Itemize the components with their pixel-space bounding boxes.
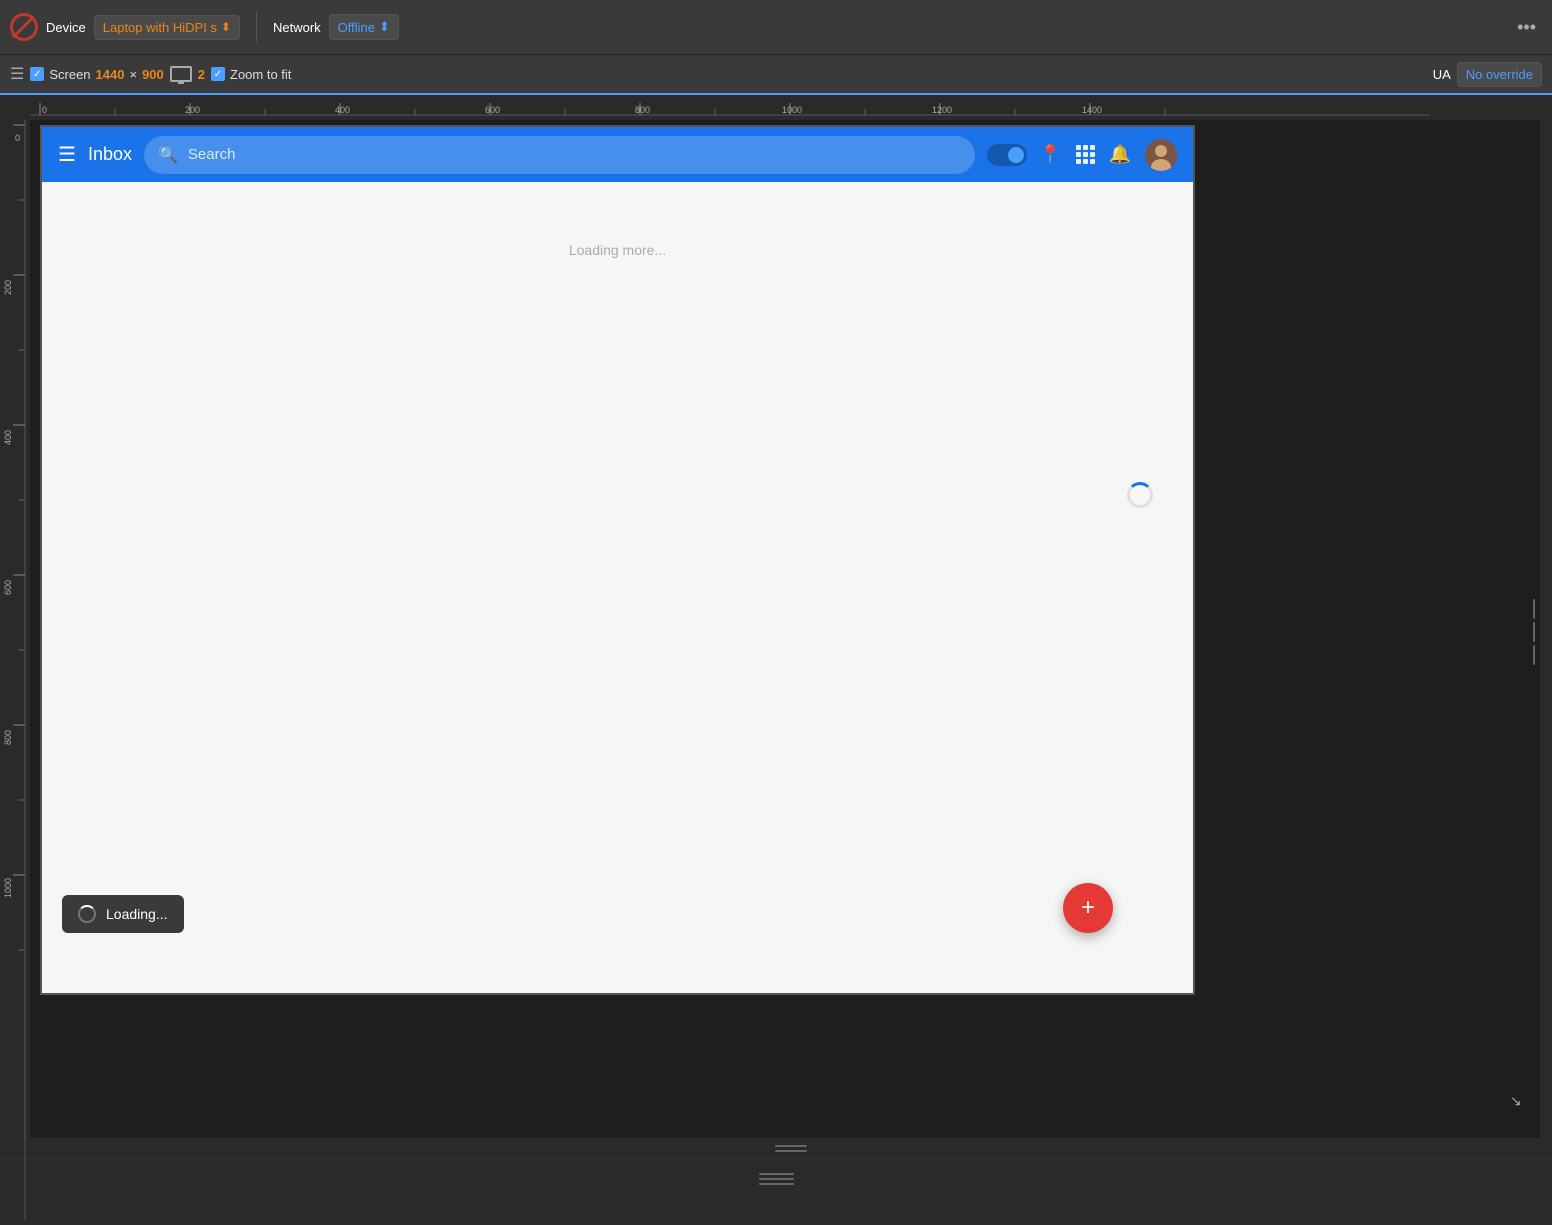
toast-label: Loading... xyxy=(106,906,168,922)
screen-checkbox-label: Screen xyxy=(49,67,90,82)
svg-text:400: 400 xyxy=(3,430,13,445)
screen-height: 900 xyxy=(142,67,164,82)
main-area: 0 200 400 600 800 1000 1200 1400 xyxy=(0,95,1552,1158)
device-value: Laptop with HiDPI s xyxy=(103,20,217,35)
network-arrow-icon: ⬍ xyxy=(379,19,390,35)
app-body: Loading more... + Loading... xyxy=(42,182,1193,993)
app-user-avatar[interactable] xyxy=(1145,139,1177,171)
app-title: Inbox xyxy=(88,144,132,165)
svg-text:600: 600 xyxy=(485,105,500,115)
bottom-bar-line-2 xyxy=(759,1178,794,1180)
toolbar-row1: Device Laptop with HiDPI s ⬍ Network Off… xyxy=(0,0,1552,55)
network-label: Network xyxy=(273,20,321,35)
app-location-icon[interactable]: 📍 xyxy=(1039,144,1061,165)
right-resize-handle[interactable] xyxy=(1528,145,1540,1118)
svg-text:1200: 1200 xyxy=(932,105,952,115)
device-arrow-icon: ⬍ xyxy=(221,20,231,34)
ruler-h-svg: 0 200 400 600 800 1000 1200 1400 xyxy=(30,95,1540,120)
app-header: ☰ Inbox 🔍 Search 📍 xyxy=(42,127,1193,182)
svg-text:200: 200 xyxy=(185,105,200,115)
resize-line-3 xyxy=(1533,645,1535,665)
bottom-bar xyxy=(0,1158,1552,1198)
app-bell-icon[interactable]: 🔔 xyxy=(1109,144,1131,165)
screen-checkbox-group: ✓ Screen 1440 × 900 xyxy=(30,67,163,82)
toolbar-row2: ☰ ✓ Screen 1440 × 900 2 ✓ Zoom to fit UA… xyxy=(0,55,1552,95)
network-value: Offline xyxy=(338,20,375,35)
ruler-vertical: 0 200 400 600 800 1000 xyxy=(0,120,30,1138)
bottom-handle-lines xyxy=(775,1145,807,1152)
app-search-icon: 🔍 xyxy=(158,145,178,165)
no-symbol-icon[interactable] xyxy=(10,13,38,41)
device-selector[interactable]: Laptop with HiDPI s ⬍ xyxy=(94,15,240,40)
loading-toast: Loading... xyxy=(62,895,184,933)
svg-text:800: 800 xyxy=(3,730,13,745)
screen-dpr-icon xyxy=(170,66,192,82)
svg-text:600: 600 xyxy=(3,580,13,595)
app-menu-icon[interactable]: ☰ xyxy=(58,142,76,167)
app-grid-icon[interactable] xyxy=(1076,145,1095,164)
bottom-bar-handle[interactable] xyxy=(759,1173,794,1185)
spinner-icon xyxy=(1127,482,1153,508)
ua-selector[interactable]: No override xyxy=(1457,62,1542,87)
zoom-checkbox[interactable]: ✓ xyxy=(211,67,225,81)
ruler-v-svg: 0 200 400 600 800 1000 xyxy=(0,120,30,1220)
hamburger-icon[interactable]: ☰ xyxy=(10,64,24,84)
svg-text:0: 0 xyxy=(15,133,20,143)
toast-spinner-icon xyxy=(78,905,96,923)
bottom-handle-line-2 xyxy=(775,1150,807,1152)
app-search-placeholder: Search xyxy=(188,146,236,163)
svg-text:0: 0 xyxy=(42,105,47,115)
corner-resize-icon[interactable]: ↖ xyxy=(1510,1093,1522,1110)
screen-checkbox[interactable]: ✓ xyxy=(30,67,44,81)
zoom-label: Zoom to fit xyxy=(230,67,291,82)
app-toggle[interactable] xyxy=(987,144,1027,166)
bottom-handle-line-1 xyxy=(775,1145,807,1147)
ua-value: No override xyxy=(1466,67,1533,82)
bottom-bar-line-1 xyxy=(759,1173,794,1175)
ruler-horizontal: 0 200 400 600 800 1000 1200 1400 xyxy=(30,95,1540,120)
svg-text:800: 800 xyxy=(635,105,650,115)
canvas-area[interactable]: ☰ Inbox 🔍 Search 📍 xyxy=(30,120,1540,1138)
svg-text:1000: 1000 xyxy=(3,878,13,898)
dpr-value: 2 xyxy=(198,67,205,82)
more-options-button[interactable]: ••• xyxy=(1511,17,1542,38)
bottom-bar-line-3 xyxy=(759,1183,794,1185)
toolbar-left: Device Laptop with HiDPI s ⬍ Network Off… xyxy=(10,12,1511,42)
bottom-resize-handle[interactable] xyxy=(30,1138,1552,1158)
ua-label: UA xyxy=(1433,67,1451,82)
screen-width: 1440 xyxy=(96,67,125,82)
fab-button[interactable]: + xyxy=(1063,883,1113,933)
svg-text:400: 400 xyxy=(335,105,350,115)
content-spinner xyxy=(1127,482,1153,508)
zoom-checkbox-group: ✓ Zoom to fit xyxy=(211,67,291,82)
resize-line-2 xyxy=(1533,622,1535,642)
fab-plus-icon: + xyxy=(1081,896,1095,920)
resize-line-1 xyxy=(1533,599,1535,619)
svg-text:1400: 1400 xyxy=(1082,105,1102,115)
device-screen: ☰ Inbox 🔍 Search 📍 xyxy=(40,125,1195,995)
app-icons: 📍 🔔 xyxy=(1039,139,1177,171)
network-selector[interactable]: Offline ⬍ xyxy=(329,14,399,40)
toolbar-divider xyxy=(256,12,257,42)
app-search-bar[interactable]: 🔍 Search xyxy=(144,136,975,174)
device-label: Device xyxy=(46,20,86,35)
svg-text:1000: 1000 xyxy=(782,105,802,115)
loading-more-text: Loading more... xyxy=(569,242,666,258)
resize-handle-lines xyxy=(1533,599,1535,665)
svg-text:200: 200 xyxy=(3,280,13,295)
screen-x: × xyxy=(129,67,137,82)
